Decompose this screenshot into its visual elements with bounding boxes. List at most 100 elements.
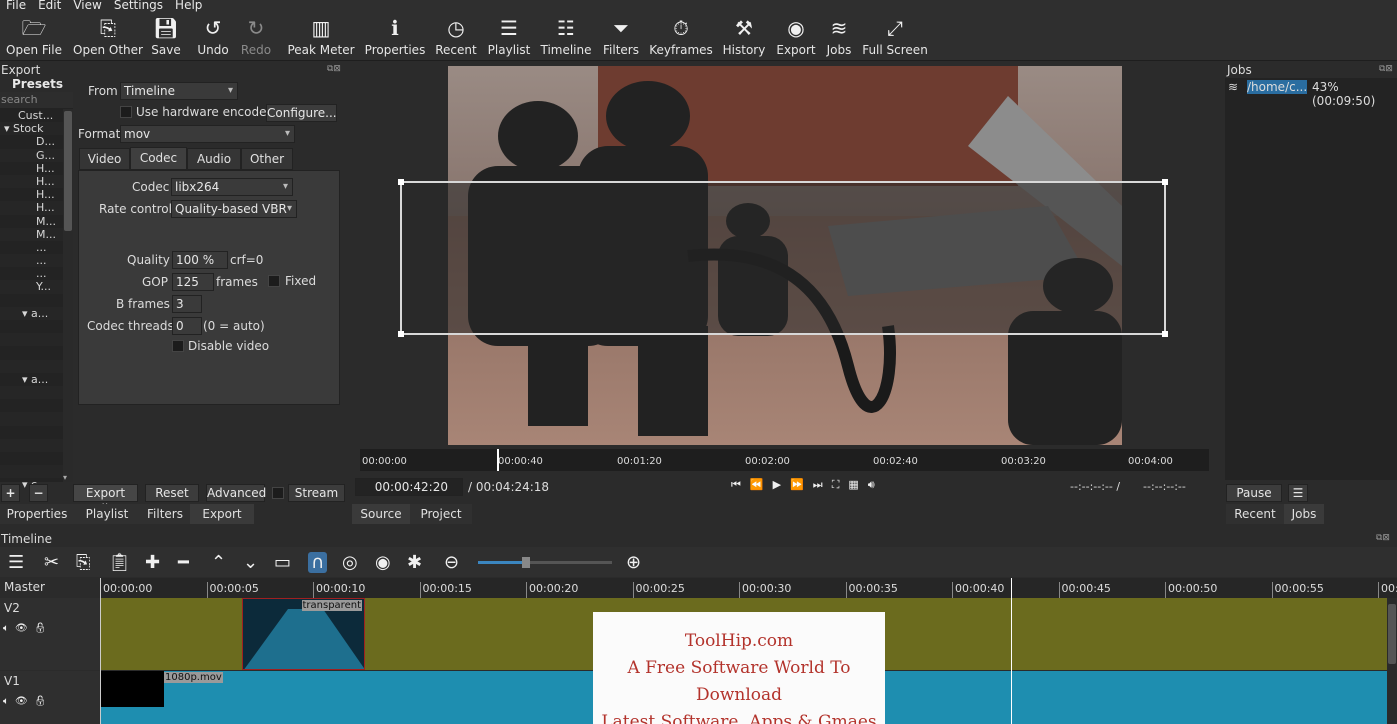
lock-icon[interactable]: 🔓︎ [34, 696, 53, 707]
redo-button[interactable]: ↻ Redo [238, 13, 274, 61]
tab-project[interactable]: Project [410, 504, 472, 524]
viewer-ruler[interactable]: 00:00:00 00:00:40 00:01:20 00:02:00 00:0… [360, 449, 1209, 471]
lock-icon[interactable]: 🔓︎ [34, 623, 53, 634]
preset-item[interactable]: H... [0, 201, 63, 215]
tab-playlist[interactable]: Playlist [74, 504, 140, 524]
tab-source[interactable]: Source [352, 504, 410, 524]
split-icon[interactable]: ▭ [274, 552, 291, 573]
job-path[interactable]: /home/c... [1247, 80, 1308, 94]
mute-icon[interactable]: 🔈︎ [3, 696, 15, 707]
grid-icon[interactable]: ▦ [848, 478, 867, 491]
eye-icon[interactable]: 👁︎ [15, 623, 34, 634]
rewind-icon[interactable]: ⏪ [750, 478, 773, 491]
menu-view[interactable]: View [73, 0, 101, 13]
properties-button[interactable]: ℹ Properties [364, 13, 426, 61]
playhead[interactable] [497, 449, 499, 471]
overwrite-icon[interactable]: ⌄ [243, 552, 258, 573]
scrub-icon[interactable]: ◎ [342, 552, 358, 573]
tab-export[interactable]: Export [190, 504, 254, 524]
open-file-button[interactable]: 🗁 Open File [6, 13, 62, 61]
tab-other[interactable]: Other [241, 148, 293, 170]
copy-icon[interactable]: ⎘ [76, 552, 90, 573]
zoom-slider[interactable] [478, 557, 612, 568]
timeline-scrollbar[interactable] [1387, 598, 1397, 724]
menu-help[interactable]: Help [175, 0, 202, 13]
tab-codec[interactable]: Codec [130, 147, 187, 170]
format-select[interactable]: mov [120, 125, 295, 143]
codec-threads-spinbox[interactable]: 0 [172, 317, 202, 335]
volume-icon[interactable]: 🔊︎ [868, 478, 884, 491]
codec-select[interactable]: libx264 [171, 178, 293, 196]
hardware-encoder-checkbox[interactable] [120, 106, 132, 118]
menu-file[interactable]: File [6, 0, 26, 13]
skip-end-icon[interactable]: ⏭ [813, 478, 832, 491]
preset-item[interactable]: M... [0, 227, 63, 241]
filters-button[interactable]: ⏷ Filters [600, 13, 642, 61]
resize-handle[interactable] [1162, 179, 1168, 185]
configure-button[interactable]: Configure... [266, 104, 337, 122]
preset-item[interactable]: ▾ a... [0, 306, 63, 320]
ripple-all-icon[interactable]: ✱ [407, 552, 422, 573]
preset-item[interactable]: ... [0, 267, 63, 280]
remove-icon[interactable]: ━ [178, 552, 189, 573]
preset-item[interactable]: ▾ Stock [0, 122, 63, 136]
recent-button[interactable]: ◷ Recent [434, 13, 478, 61]
preset-item[interactable]: ... [0, 254, 63, 268]
add-preset-button[interactable]: + [1, 484, 20, 502]
rate-control-select[interactable]: Quality-based VBR [171, 200, 297, 218]
reset-button[interactable]: Reset [145, 484, 199, 502]
track-header-v1[interactable]: V1 🔈︎👁︎🔓︎ [0, 671, 100, 724]
stream-checkbox[interactable] [272, 487, 284, 499]
preset-item[interactable]: G... [0, 148, 63, 162]
snap-icon[interactable]: ∩ [308, 552, 328, 573]
pause-button[interactable]: Pause [1226, 484, 1282, 502]
zoom-icon[interactable]: ⛶ [832, 478, 849, 491]
playlist-button[interactable]: ☰ Playlist [486, 13, 532, 61]
fixed-gop-checkbox[interactable] [268, 275, 280, 287]
fast-forward-icon[interactable]: ⏩ [790, 478, 813, 491]
peak-meter-button[interactable]: ▥ Peak Meter [287, 13, 354, 61]
preset-item[interactable]: ... [0, 241, 63, 254]
eye-icon[interactable]: 👁︎ [15, 696, 34, 707]
play-icon[interactable]: ▶ [773, 478, 790, 491]
tab-filters[interactable]: Filters [140, 504, 190, 524]
resize-handle[interactable] [398, 331, 404, 337]
preset-item[interactable]: Cust... [0, 109, 63, 122]
timeline-ruler[interactable]: 00:00:00 00:00:05 00:00:10 00:00:15 00:00:20… [100, 578, 1397, 598]
tab-recent[interactable]: Recent [1226, 504, 1284, 524]
zoom-out-icon[interactable]: ⊖ [444, 552, 459, 573]
save-button[interactable]: 💾︎ Save [148, 13, 184, 61]
lift-icon[interactable]: ⌃ [211, 552, 226, 573]
presets-scrollbar-thumb[interactable] [64, 111, 72, 231]
mute-icon[interactable]: 🔈︎ [3, 623, 15, 634]
gop-spinbox[interactable]: 125 [172, 273, 214, 291]
keyframes-button[interactable]: ⏱ Keyframes [649, 13, 713, 61]
preset-item[interactable]: H... [0, 174, 63, 189]
preset-item[interactable]: M... [0, 215, 63, 228]
menu-icon[interactable]: ☰ [8, 552, 24, 573]
panel-float-close-icon[interactable]: ⧉⊠ [327, 64, 341, 74]
preset-item[interactable]: H... [0, 162, 63, 175]
panel-float-close-icon[interactable]: ⧉⊠ [1379, 64, 1393, 74]
advanced-button[interactable]: Advanced [206, 484, 266, 502]
paste-icon[interactable]: 📋︎ [108, 552, 131, 573]
resize-handle[interactable] [398, 179, 404, 185]
timeline-scrollbar-thumb[interactable] [1388, 604, 1396, 664]
selection-rectangle[interactable] [398, 179, 1168, 337]
menu-edit[interactable]: Edit [38, 0, 61, 13]
history-button[interactable]: ⚒ History [722, 13, 766, 61]
full-screen-button[interactable]: ⤢ Full Screen [862, 13, 928, 61]
from-select[interactable]: Timeline [120, 82, 238, 100]
undo-button[interactable]: ↺ Undo [195, 13, 231, 61]
ripple-icon[interactable]: ◉ [375, 552, 391, 573]
scroll-down-icon[interactable]: ▾ [63, 473, 67, 482]
panel-float-close-icon[interactable]: ⧉⊠ [1376, 533, 1390, 543]
disable-video-checkbox[interactable] [172, 340, 184, 352]
jobs-button[interactable]: ≋ Jobs [824, 13, 854, 61]
remove-preset-button[interactable]: − [29, 484, 48, 502]
presets-scrollbar[interactable]: ▾ [63, 109, 73, 482]
open-other-button[interactable]: ⎘ Open Other [72, 13, 144, 61]
track-header-v2[interactable]: V2 🔈︎👁︎🔓︎ [0, 598, 100, 670]
preset-item[interactable]: H... [0, 188, 63, 201]
zoom-slider-handle[interactable] [522, 557, 530, 568]
